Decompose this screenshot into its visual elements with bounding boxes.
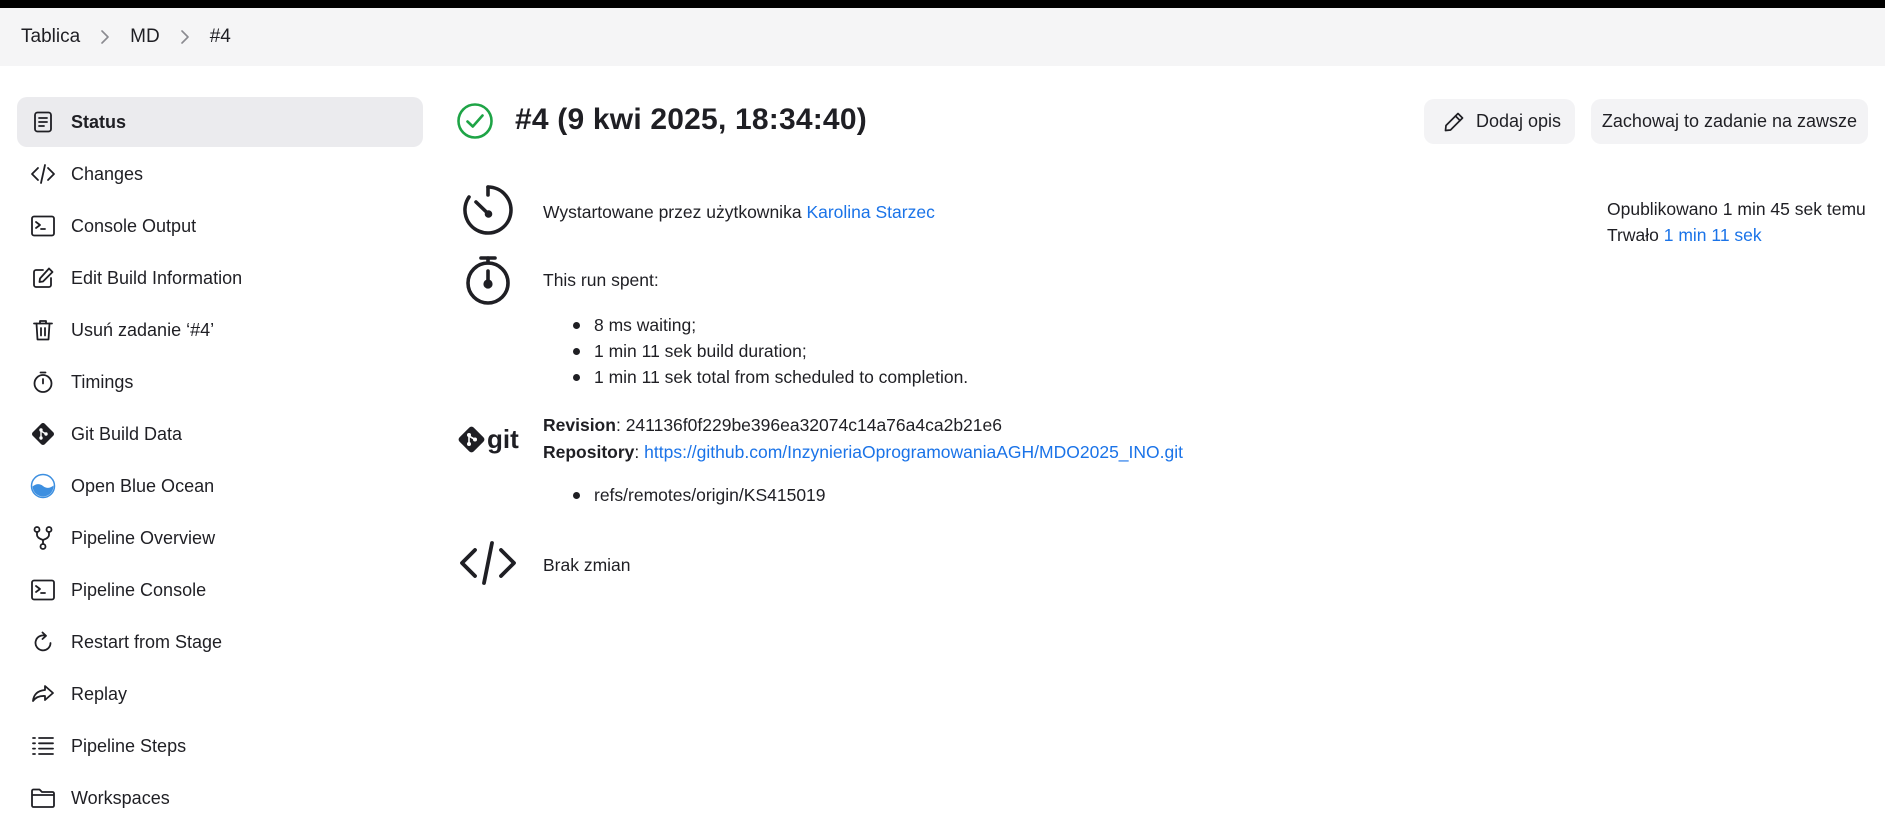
sidebar-item-changes[interactable]: Changes [17, 149, 423, 199]
list-item: refs/remotes/origin/KS415019 [570, 482, 826, 508]
build-meta: Opublikowano 1 min 45 sek temu Trwało 1 … [1607, 196, 1866, 248]
sidebar-item-pipeline-overview[interactable]: Pipeline Overview [17, 513, 423, 563]
blue-ocean-icon [29, 472, 57, 500]
timings-intro: This run spent: [543, 270, 659, 290]
list-item: 8 ms waiting; [570, 312, 968, 338]
sidebar-item-label: Git Build Data [71, 423, 183, 444]
revision-label: Revision [543, 415, 616, 435]
list-item: 1 min 11 sek build duration; [570, 338, 968, 364]
replay-icon [29, 680, 57, 708]
sidebar-item-label: Usuń zadanie ‘#4’ [71, 319, 215, 340]
keep-forever-button[interactable]: Zachowaj to zadanie na zawsze [1591, 99, 1868, 144]
trash-icon [29, 316, 57, 344]
sidebar-item-console-output[interactable]: Console Output [17, 201, 423, 251]
sidebar-item-label: Pipeline Console [71, 579, 207, 600]
sidebar-item-pipeline-steps[interactable]: Pipeline Steps [17, 721, 423, 771]
breadcrumb-job[interactable]: MD [130, 26, 160, 48]
sidebar-item-edit-build-information[interactable]: Edit Build Information [17, 253, 423, 303]
sidebar-item-pipeline-console[interactable]: Pipeline Console [17, 565, 423, 615]
git-icon [29, 420, 57, 448]
add-description-label: Dodaj opis [1476, 111, 1562, 131]
user-link[interactable]: Karolina Starzec [806, 202, 934, 222]
breadcrumb-dashboard[interactable]: Tablica [21, 26, 80, 48]
terminal-icon [29, 212, 57, 240]
sidebar-item-open-blue-ocean[interactable]: Open Blue Ocean [17, 461, 423, 511]
page-title: #4 (9 kwi 2025, 18:34:40) [515, 103, 867, 136]
sidebar-item-label: Open Blue Ocean [71, 475, 215, 496]
pencil-icon [1442, 110, 1466, 134]
sidebar-item-label: Timings [71, 371, 134, 392]
sidebar-item-status[interactable]: Status [17, 97, 423, 147]
sidebar-item-label: Restart from Stage [71, 631, 223, 652]
sidebar-item-workspaces[interactable]: Workspaces [17, 773, 423, 823]
refs-list: refs/remotes/origin/KS415019 [570, 482, 826, 508]
duration-prefix: Trwało [1607, 225, 1659, 245]
add-description-button[interactable]: Dodaj opis [1424, 99, 1575, 144]
no-changes-text: Brak zmian [543, 555, 631, 575]
sidebar-item-label: Console Output [71, 215, 197, 236]
duration-link[interactable]: 1 min 11 sek [1664, 225, 1762, 245]
sidebar-item-label: Pipeline Steps [71, 735, 187, 756]
chevron-right-icon [171, 30, 199, 44]
sidebar-item-restart-from-stage[interactable]: Restart from Stage [17, 617, 423, 667]
stopwatch-icon [29, 368, 57, 396]
duration-row: Trwało 1 min 11 sek [1607, 222, 1866, 248]
restart-icon [29, 628, 57, 656]
top-bar [0, 0, 1885, 8]
folder-icon [29, 784, 57, 812]
sidebar-item-delete-build[interactable]: Usuń zadanie ‘#4’ [17, 305, 423, 355]
breadcrumb-build[interactable]: #4 [210, 26, 231, 48]
published-text: Opublikowano 1 min 45 sek temu [1607, 199, 1866, 219]
list-icon [29, 732, 57, 760]
branch-icon [29, 524, 57, 552]
stopwatch-icon [461, 253, 515, 307]
sidebar-item-label: Replay [71, 683, 128, 704]
code-icon [457, 538, 519, 588]
chevron-right-icon [91, 30, 119, 44]
sidebar-item-label: Status [71, 111, 127, 132]
sidebar-item-label: Pipeline Overview [71, 527, 216, 548]
document-icon [29, 108, 57, 136]
sidebar-item-label: Changes [71, 163, 144, 184]
revision-row: Revision: 241136f0f229be396ea32074c14a76… [543, 415, 1002, 435]
keep-forever-label: Zachowaj to zadanie na zawsze [1601, 111, 1858, 131]
sidebar-item-git-build-data[interactable]: Git Build Data [17, 409, 423, 459]
list-item: 1 min 11 sek total from scheduled to com… [570, 364, 968, 390]
revision-value: 241136f0f229be396ea32074c14a76a4ca2b21e6 [625, 415, 1002, 435]
terminal-icon [29, 576, 57, 604]
edit-icon [29, 264, 57, 292]
sidebar-item-label: Edit Build Information [71, 267, 243, 288]
repository-link[interactable]: https://github.com/InzynieriaOprogramowa… [644, 442, 1183, 462]
started-by-prefix: Wystartowane przez użytkownika [543, 202, 802, 222]
code-icon [29, 160, 57, 188]
repository-label: Repository [543, 442, 635, 462]
timings-list: 8 ms waiting; 1 min 11 sek build duratio… [570, 312, 968, 390]
breadcrumb: Tablica MD #4 [0, 8, 1885, 66]
sidebar-item-timings[interactable]: Timings [17, 357, 423, 407]
sidebar-item-replay[interactable]: Replay [17, 669, 423, 719]
started-by-text: Wystartowane przez użytkownika Karolina … [543, 202, 935, 223]
repository-row: Repository: https://github.com/Inzynieri… [543, 442, 1183, 462]
sidebar-item-label: Workspaces [71, 787, 170, 808]
git-logo-icon: git [457, 423, 541, 459]
git-logo-text: git [487, 424, 519, 454]
timer-icon [460, 182, 516, 238]
success-check-icon [456, 102, 494, 140]
